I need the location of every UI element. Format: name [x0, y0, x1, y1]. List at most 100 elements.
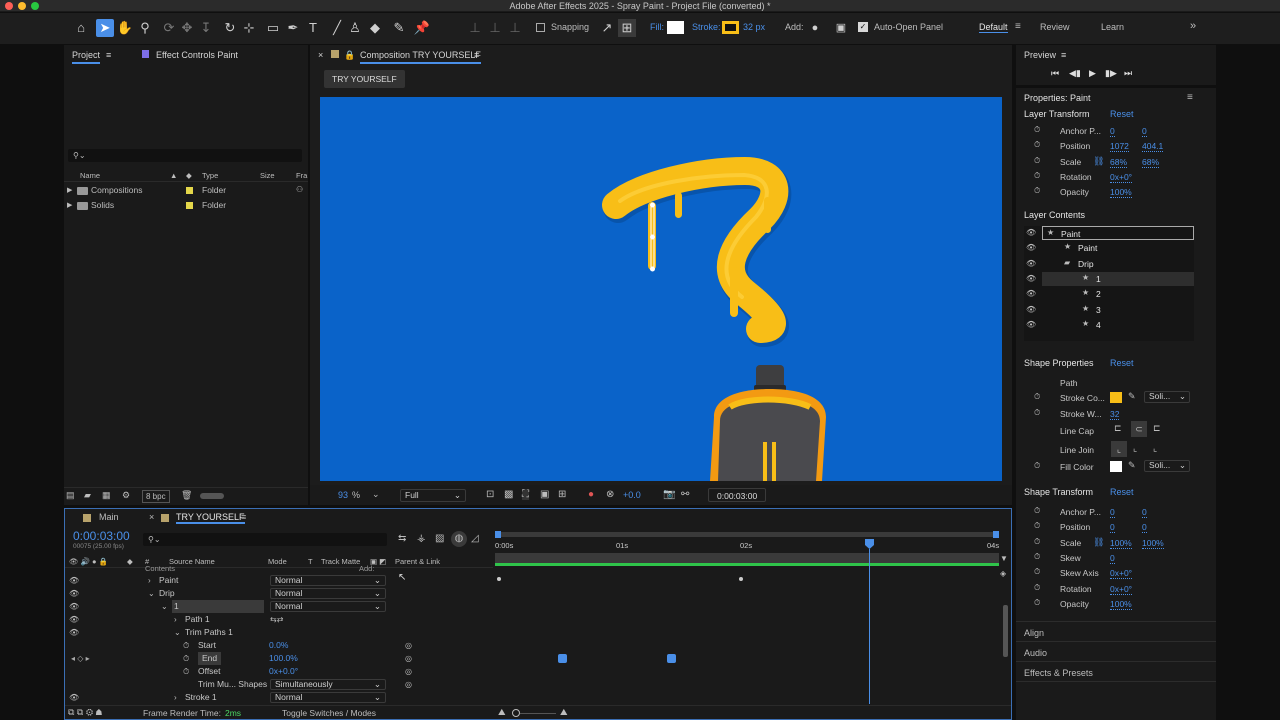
property-value[interactable]: 68%: [1142, 157, 1160, 168]
keyframe-dot[interactable]: [739, 577, 743, 581]
stopwatch-icon[interactable]: ⏱: [1034, 186, 1040, 196]
show-snapshot-icon[interactable]: ⚯: [681, 489, 689, 500]
new-composition-icon[interactable]: ▦: [102, 490, 111, 501]
workspace-review[interactable]: Review: [1040, 22, 1070, 32]
round-cap-icon[interactable]: ⊂: [1131, 421, 1147, 437]
timeline-row[interactable]: ⏱ End 100.0% ◎ ◂ ◇ ▸: [65, 652, 493, 665]
twirl-arrow-icon[interactable]: ⌄: [174, 626, 181, 639]
selection-tool-icon[interactable]: ➤: [96, 19, 114, 37]
timeline-row[interactable]: ⏱ Offset 0x+0.0° ◎: [65, 665, 493, 678]
stopwatch-icon[interactable]: ⏱: [183, 665, 189, 678]
world-axis-icon[interactable]: ⊥: [486, 19, 504, 37]
timeline-search-input[interactable]: ⚲⌄: [143, 533, 387, 546]
keyframe-navigator-icon[interactable]: ◂ ◇ ▸: [71, 652, 90, 665]
stopwatch-icon[interactable]: ⏱: [1034, 156, 1040, 166]
view-axis-icon[interactable]: ⊥: [506, 19, 524, 37]
workspace-learn[interactable]: Learn: [1101, 22, 1124, 32]
properties-menu-icon[interactable]: ≡: [1187, 92, 1193, 103]
stopwatch-icon[interactable]: ⏱: [1034, 521, 1040, 531]
orbit-tool-icon[interactable]: ⟳: [160, 19, 178, 37]
timeline-tab-main[interactable]: Main: [99, 512, 119, 522]
end-keyframe[interactable]: [558, 654, 567, 663]
comp-end-marker-icon[interactable]: ▼: [1000, 554, 1008, 563]
stopwatch-icon[interactable]: ⏱: [1034, 461, 1040, 471]
timeline-row[interactable]: 👁 ⌄ Drip Normal ⌄: [65, 587, 493, 600]
mode-dropdown[interactable]: Normal ⌄: [270, 575, 386, 586]
preview-menu-icon[interactable]: ≡: [1061, 45, 1066, 65]
size-column-header[interactable]: Size: [260, 169, 275, 182]
fill-type-dropdown[interactable]: Soli... ⌄: [1144, 460, 1190, 472]
zoom-tool-icon[interactable]: ⚲: [136, 19, 154, 37]
time-ruler[interactable]: 0:00s 01s 02s 04s: [495, 541, 999, 552]
pick-whip-icon[interactable]: ◎: [405, 652, 412, 665]
pick-whip-icon[interactable]: ◎: [405, 639, 412, 652]
project-item-row[interactable]: ▶ Solids Folder: [64, 199, 308, 212]
parent-link-header[interactable]: Parent & Link: [395, 555, 440, 568]
graph-editor-icon[interactable]: ◿: [471, 533, 479, 544]
project-tab[interactable]: Project: [72, 45, 101, 64]
transparency-grid-icon[interactable]: ▩: [504, 489, 513, 500]
timeline-row[interactable]: 👁 › Stroke 1 Normal ⌄: [65, 691, 493, 704]
property-value[interactable]: 0: [1110, 126, 1115, 137]
shape-properties-reset[interactable]: Reset: [1110, 358, 1134, 368]
expand-arrow-icon[interactable]: ▶: [67, 184, 72, 197]
bevel-join-icon[interactable]: ⌞: [1153, 443, 1157, 454]
effects-presets-panel-header[interactable]: Effects & Presets: [1024, 668, 1093, 678]
layer-contents-item[interactable]: ★ Paint: [1042, 226, 1194, 240]
mode-dropdown[interactable]: Simultaneously ⌄: [270, 679, 386, 690]
more-workspaces-icon[interactable]: »: [1190, 20, 1196, 32]
timeline-scrollbar[interactable]: [1003, 605, 1008, 657]
zoom-value[interactable]: 93: [338, 490, 348, 500]
timeline-zoom-slider[interactable]: [520, 713, 556, 714]
stroke-swatch[interactable]: [722, 21, 739, 34]
frame-column-header[interactable]: Fra: [296, 169, 307, 182]
lock-icon[interactable]: 🔒: [344, 45, 355, 65]
stopwatch-icon[interactable]: ⏱: [183, 652, 189, 665]
timeline-tab-try-yourself[interactable]: TRY YOURSELF: [176, 512, 245, 524]
property-value[interactable]: 0: [1142, 507, 1147, 518]
snapping-checkbox[interactable]: [536, 23, 545, 32]
next-frame-icon[interactable]: ▮▶: [1105, 68, 1117, 79]
stopwatch-icon[interactable]: ⏱: [1034, 125, 1040, 135]
hand-tool-icon[interactable]: ✋: [116, 19, 134, 37]
rectangle-tool-icon[interactable]: ▭: [264, 19, 282, 37]
layer-name[interactable]: Start: [198, 639, 216, 652]
property-value[interactable]: 0: [1110, 507, 1115, 518]
layer-switches-icon[interactable]: ⧉ ⧉ ⚙ ☗: [68, 707, 102, 718]
layer-contents-item[interactable]: ★ 3: [1024, 303, 1194, 317]
stopwatch-icon[interactable]: ⏱: [1034, 171, 1040, 181]
comp-menu-icon[interactable]: ≡: [474, 45, 479, 65]
mask-visibility-icon[interactable]: ⛶: [522, 489, 529, 500]
fast-previews-icon[interactable]: ⊡: [486, 489, 494, 500]
roto-brush-tool-icon[interactable]: ✎: [390, 19, 408, 37]
visibility-eye-icon[interactable]: 👁: [69, 574, 79, 587]
timeline-menu-icon[interactable]: ≡: [241, 512, 246, 522]
clone-stamp-tool-icon[interactable]: ♙: [346, 19, 364, 37]
eyedropper-icon[interactable]: ✎: [1128, 391, 1136, 402]
property-value[interactable]: 404.1: [1142, 141, 1164, 153]
layer-contents-item[interactable]: ★ 1: [1042, 271, 1194, 286]
eyedropper-icon[interactable]: ✎: [1128, 460, 1136, 471]
end-keyframe[interactable]: [667, 654, 676, 663]
brush-tool-icon[interactable]: ╱: [328, 19, 346, 37]
effect-controls-tab[interactable]: Effect Controls Paint: [156, 45, 238, 65]
property-value[interactable]: 100%: [1110, 187, 1132, 199]
visibility-eye-icon[interactable]: 👁: [69, 691, 79, 704]
twirl-arrow-icon[interactable]: ›: [148, 574, 151, 587]
projecting-cap-icon[interactable]: ⊏: [1153, 423, 1161, 434]
property-value[interactable]: 1072: [1110, 141, 1129, 153]
property-value[interactable]: 0: [1110, 553, 1115, 564]
pick-whip-icon[interactable]: ◎: [405, 678, 412, 691]
align-panel-header[interactable]: Align: [1024, 628, 1044, 638]
stopwatch-icon[interactable]: ⏱: [1034, 583, 1040, 593]
work-area-bar[interactable]: [495, 532, 999, 537]
draft-3d-icon[interactable]: ⚶: [417, 533, 426, 544]
shape-transform-reset[interactable]: Reset: [1110, 487, 1134, 497]
timeline-row[interactable]: 👁 › Path 1 ⇆⇄: [65, 613, 493, 626]
last-frame-icon[interactable]: ⏭: [1124, 68, 1132, 79]
eraser-tool-icon[interactable]: ◆: [366, 19, 384, 37]
puppet-tool-icon[interactable]: 📌: [413, 19, 431, 37]
pen-tool-icon[interactable]: ✒: [284, 19, 302, 37]
rotate-tool-icon[interactable]: ↻: [221, 19, 239, 37]
layer-name[interactable]: End: [198, 652, 222, 665]
